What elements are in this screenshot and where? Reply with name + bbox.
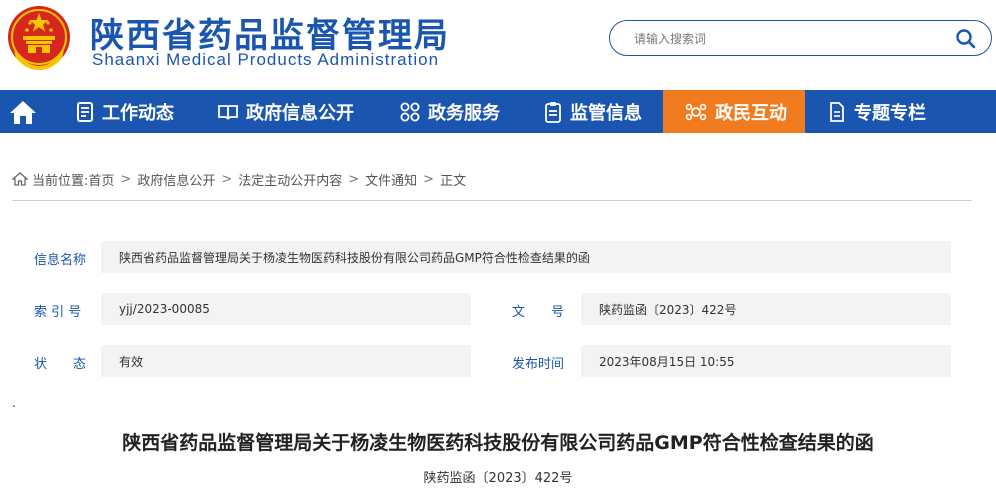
breadcrumb-separator: > [348, 171, 360, 187]
info-docno-label: 文 号 [512, 305, 565, 320]
nav-item-label: 监管信息 [570, 102, 642, 124]
info-index-label: 索 引 号 [34, 305, 82, 320]
breadcrumb-home[interactable]: 首页 [88, 170, 114, 189]
open-book-icon [218, 104, 238, 119]
nav-item-label: 政府信息公开 [246, 102, 354, 124]
nav-item-gov-services[interactable]: 政务服务 [400, 90, 520, 133]
nav-item-label: 政务服务 [428, 102, 500, 124]
document-list-icon [77, 101, 93, 122]
home-button[interactable] [0, 90, 46, 133]
info-date-value: 2023年08月15日 10:55 [581, 345, 951, 377]
info-name-label: 信息名称 [34, 253, 87, 268]
nav-item-gov-info[interactable]: 政府信息公开 [218, 90, 378, 133]
page-icon [830, 101, 844, 122]
nav-item-label: 政民互动 [715, 102, 787, 124]
breadcrumb-separator: > [221, 171, 233, 187]
search-icon[interactable] [954, 27, 978, 51]
breadcrumb-gov-info[interactable]: 政府信息公开 [137, 170, 215, 189]
stray-marker: . [12, 396, 16, 410]
search-input[interactable] [634, 29, 934, 49]
home-icon [12, 172, 28, 186]
breadcrumb-separator: > [423, 171, 435, 187]
breadcrumb-divider [12, 200, 972, 201]
nav-item-label: 专题专栏 [854, 102, 926, 124]
nav-item-special-topics[interactable]: 专题专栏 [828, 90, 968, 133]
nav-item-interaction[interactable]: 政民互动 [663, 90, 805, 133]
info-index-value: yjj/2023-00085 [101, 293, 471, 325]
info-status-label: 状 态 [34, 357, 87, 372]
nav-item-work-news[interactable]: 工作动态 [76, 90, 200, 133]
document-number: 陕药监函〔2023〕422号 [423, 471, 573, 486]
breadcrumb-notices[interactable]: 文件通知 [365, 170, 417, 189]
nav-item-label: 工作动态 [102, 102, 174, 124]
nav-item-supervision[interactable]: 监管信息 [544, 90, 664, 133]
info-name-value: 陕西省药品监督管理局关于杨凌生物医药科技股份有限公司药品GMP符合性检查结果的函 [101, 241, 951, 273]
site-subtitle: Shaanxi Medical Products Administration [92, 50, 440, 69]
breadcrumb: 当前位置: 首页 > 政府信息公开 > 法定主动公开内容 > 文件通知 > 正文 [12, 170, 467, 189]
breadcrumb-separator: > [120, 171, 132, 187]
info-date-label: 发布时间 [512, 357, 565, 372]
breadcrumb-prefix: 当前位置: [32, 173, 89, 189]
info-status-value: 有效 [101, 345, 471, 377]
search-box [609, 20, 992, 56]
main-nav: 工作动态 政府信息公开 政务服务 监管信息 政民互动 专题专栏 [0, 90, 996, 133]
breadcrumb-statutory[interactable]: 法定主动公开内容 [238, 170, 342, 189]
home-icon [10, 100, 36, 124]
breadcrumb-current: 正文 [440, 173, 467, 189]
interaction-icon [685, 103, 707, 120]
document-title: 陕西省药品监督管理局关于杨凌生物医药科技股份有限公司药品GMP符合性检查结果的函 [122, 432, 874, 454]
site-header: 陕西省药品监督管理局 Shaanxi Medical Products Admi… [0, 0, 996, 90]
clipboard-icon [545, 101, 561, 123]
grid-circles-icon [400, 102, 420, 121]
national-emblem-icon [8, 6, 70, 70]
info-docno-value: 陕药监函〔2023〕422号 [581, 293, 951, 325]
